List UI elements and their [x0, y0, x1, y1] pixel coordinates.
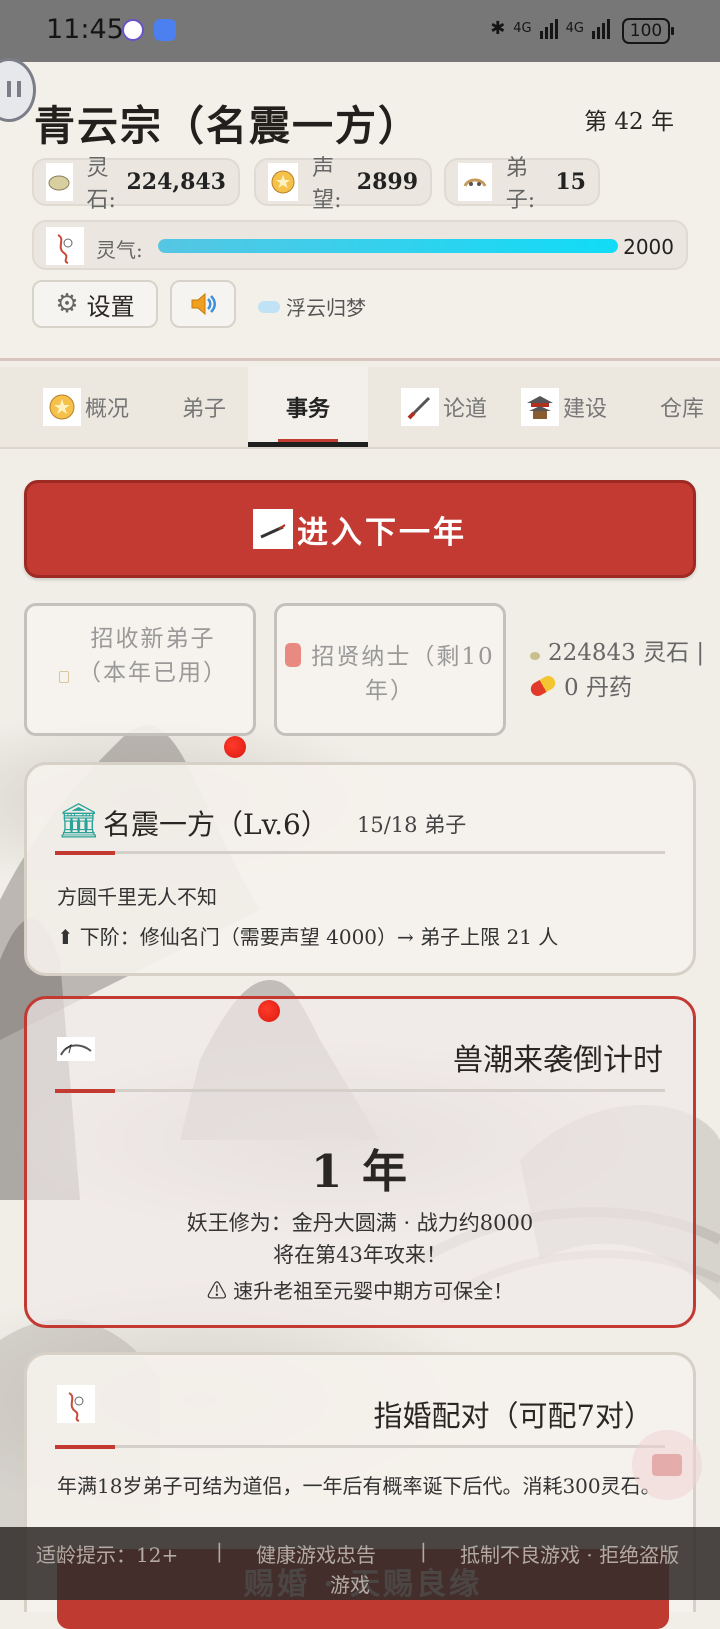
- separator: |: [420, 1539, 427, 1563]
- status-time: 11:45: [46, 14, 124, 45]
- resource-summary: 224843 灵石 | 0 丹药: [528, 636, 710, 706]
- age-rating: 适龄提示：12+: [36, 1543, 179, 1567]
- attack-year: 将在第43年攻来！: [273, 1243, 447, 1267]
- settings-label: 设置: [86, 292, 135, 321]
- battery-icon: 100: [622, 18, 674, 44]
- card-divider: [55, 1089, 665, 1093]
- tab-disciples[interactable]: 弟子: [144, 367, 264, 447]
- prestige-value: 2899: [356, 169, 418, 195]
- disciple-stat: 弟子: 15: [444, 156, 600, 213]
- qi-label: 灵气:: [96, 238, 143, 262]
- prestige-icon: [268, 163, 299, 201]
- arrow-up-icon: ⬆: [57, 925, 74, 949]
- network-label-2: 4G: [565, 20, 584, 36]
- pavilion-icon: [520, 388, 559, 426]
- notification-app-icon: [122, 19, 144, 41]
- card-divider: [55, 851, 665, 855]
- beast-icon: [57, 1037, 95, 1061]
- tab-label: 概况: [84, 397, 129, 422]
- gear-icon: ⚙: [55, 289, 79, 319]
- signal-icon-2: [592, 17, 610, 39]
- beast-tide-title: 兽潮来袭倒计时: [453, 1043, 663, 1078]
- resource-pills: 0 丹药: [564, 675, 632, 701]
- qi-progress-track: [158, 239, 618, 253]
- lantern-icon: [285, 643, 302, 667]
- marriage-title: 指婚配对（可配7对）: [373, 1399, 653, 1433]
- background-music-label: 浮云归梦: [258, 292, 366, 321]
- sect-title: 青云宗（名震一方）: [34, 102, 421, 150]
- tab-label: 论道: [442, 397, 487, 422]
- spirit-stone-icon: [530, 652, 540, 660]
- sword-icon: [400, 388, 439, 426]
- bluetooth-icon: ✱: [490, 17, 506, 39]
- next-year-label: 进入下一年: [297, 514, 467, 551]
- music-title: 浮云归梦: [286, 296, 366, 320]
- star-badge-icon: [42, 388, 81, 426]
- main-tab-bar: 概况 弟子 事务 论道 建设 仓库: [0, 367, 720, 449]
- beast-countdown: 1 年: [311, 1145, 409, 1198]
- sect-motto: 方圆千里无人不知: [57, 885, 217, 909]
- spirit-stone-icon: [46, 163, 73, 201]
- system-status-bar: 11:45 ✱ 4G 4G 100: [0, 0, 720, 62]
- network-label-1: 4G: [513, 20, 532, 36]
- red-seal-decoration: [258, 1000, 280, 1022]
- upgrade-hint: ⬆ 下阶：修仙名门（需要声望 4000）→ 弟子上限 21 人: [57, 925, 559, 949]
- health-advice: 健康游戏忠告: [256, 1543, 376, 1567]
- cloud-icon: [258, 300, 280, 313]
- tab-discourse[interactable]: 论道: [384, 367, 504, 447]
- spirit-stone-stat: 灵石: 224,843: [32, 156, 240, 213]
- disciple-icon: [458, 163, 492, 201]
- tab-label: 事务: [285, 397, 330, 422]
- warning-text: ⚠ 速升老祖至元婴中期方可保全！: [206, 1279, 514, 1303]
- talent-label: 招贤纳士（剩10年）: [311, 644, 495, 704]
- recruit-disciple-button[interactable]: 招收新弟子（本年已用）: [24, 603, 256, 736]
- tab-construction[interactable]: 建设: [504, 367, 624, 447]
- prestige-label: 声望:: [312, 156, 342, 213]
- spirit-stone-value: 224,843: [126, 169, 226, 195]
- demon-king-power: 妖王修为：金丹大圆满 · 战力约8000: [186, 1211, 534, 1235]
- pill-icon: [528, 673, 558, 699]
- beast-tide-card: 兽潮来袭倒计时 1 年 妖王修为：金丹大圆满 · 战力约8000 将在第43年攻…: [24, 996, 696, 1328]
- tab-label: 弟子: [181, 397, 226, 422]
- tab-affairs[interactable]: 事务: [248, 367, 368, 447]
- music-app-icon: [154, 19, 176, 41]
- next-year-button[interactable]: 进入下一年: [24, 480, 696, 578]
- status-indicators: ✱ 4G 4G: [490, 17, 610, 39]
- tab-label: 仓库: [659, 397, 704, 422]
- qi-icon: [46, 227, 84, 265]
- floating-share-button[interactable]: [632, 1430, 702, 1500]
- game-label: 游戏: [330, 1573, 370, 1597]
- qi-bar: 灵气: 2000: [32, 220, 688, 270]
- recruit-label: 招收新弟子（本年已用）: [78, 626, 228, 686]
- resource-stones: 224843 灵石 |: [548, 640, 705, 666]
- red-thread-icon: [57, 1385, 95, 1423]
- card-divider: [55, 1445, 665, 1449]
- sect-header: 青云宗（名震一方） 第 42 年 灵石: 224,843 声望: 2899 弟子…: [0, 62, 720, 361]
- marriage-description: 年满18岁弟子可结为道侣，一年后有概率诞下后代。消耗300灵石。: [57, 1474, 661, 1498]
- sect-level-name: 名震一方（Lv.6）: [103, 808, 329, 841]
- tab-label: 建设: [562, 397, 607, 422]
- red-seal-decoration: [224, 736, 246, 758]
- anti-piracy: 抵制不良游戏 · 拒绝盗版: [460, 1543, 680, 1567]
- year-label: 第 42 年: [584, 109, 674, 135]
- brush-icon: [253, 509, 293, 549]
- disciple-value: 15: [555, 169, 586, 195]
- sect-level-card: 🏛 名震一方（Lv.6） 15/18 弟子 方圆千里无人不知 ⬆ 下阶：修仙名门（…: [24, 762, 696, 976]
- tab-overview[interactable]: 概况: [26, 367, 146, 447]
- tab-warehouse[interactable]: 仓库: [628, 367, 720, 447]
- disciple-capacity: 15/18 弟子: [357, 813, 467, 837]
- settings-button[interactable]: ⚙ 设置: [32, 280, 158, 328]
- qi-value: 2000: [623, 235, 674, 259]
- health-notice-bar: 适龄提示：12+ | 健康游戏忠告 | 抵制不良游戏 · 拒绝盗版 游戏: [0, 1527, 720, 1600]
- qi-progress-fill: [158, 239, 618, 253]
- separator: |: [216, 1539, 223, 1563]
- disciple-label: 弟子:: [505, 156, 536, 213]
- bank-icon: 🏛: [57, 801, 101, 841]
- sound-toggle-button[interactable]: [170, 280, 236, 328]
- prestige-stat: 声望: 2899: [254, 156, 432, 213]
- speaker-icon: [191, 292, 216, 316]
- spirit-stone-label: 灵石:: [86, 156, 116, 213]
- recruit-talent-button[interactable]: 招贤纳士（剩10年）: [274, 603, 506, 736]
- signal-icon: [539, 17, 558, 39]
